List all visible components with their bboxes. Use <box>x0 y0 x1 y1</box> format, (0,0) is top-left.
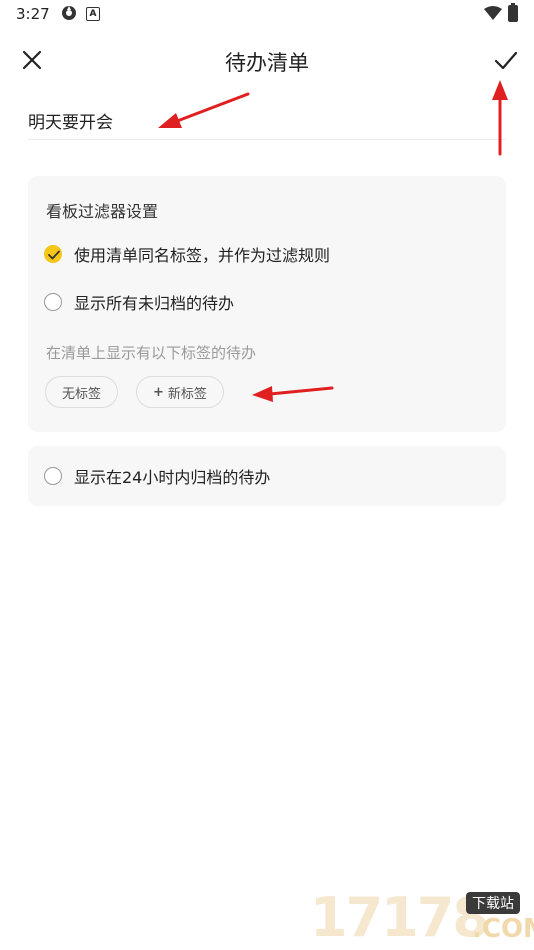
radio-unchecked[interactable] <box>44 467 62 485</box>
annotation-arrow-to-input <box>158 92 250 128</box>
section-title: 看板过滤器设置 <box>46 202 159 221</box>
wifi-icon <box>484 6 502 20</box>
show-all-unarchived-option[interactable]: 显示所有未归档的待办 <box>44 288 234 316</box>
list-name-input[interactable] <box>28 102 506 140</box>
radio-checked[interactable] <box>44 245 62 263</box>
sync-icon <box>62 6 76 20</box>
battery-icon <box>508 3 518 22</box>
app-bar: 待办清单 <box>0 34 534 86</box>
watermark-logo: 17178 下载站 .COM <box>310 886 534 949</box>
radio-unchecked[interactable] <box>44 293 62 311</box>
annotation-arrow-to-confirm <box>492 80 508 156</box>
new-tag-label: 新标签 <box>167 386 207 402</box>
watermark-badge: 下载站 <box>466 892 520 914</box>
plus-icon: + <box>153 384 164 400</box>
option-label: 显示在24小时内归档的待办 <box>74 468 271 487</box>
tag-hint: 在清单上显示有以下标签的待办 <box>46 344 257 362</box>
tag-label: 无标签 <box>62 386 102 402</box>
check-small-icon <box>48 250 60 260</box>
same-name-tag-option[interactable]: 使用清单同名标签，并作为过滤规则 <box>44 240 330 268</box>
annotation-arrow-to-new-tag <box>252 386 334 402</box>
watermark-number: 17178 <box>310 886 490 949</box>
a-notification-icon: A <box>86 7 100 21</box>
page-title: 待办清单 <box>225 51 309 75</box>
confirm-button[interactable] <box>490 44 522 76</box>
new-tag-button[interactable]: + 新标签 <box>136 376 224 408</box>
status-bar: 3:27 A <box>0 0 534 28</box>
watermark-suffix: .COM <box>472 914 534 944</box>
show-archived-24h-option[interactable]: 显示在24小时内归档的待办 <box>44 462 270 490</box>
status-time: 3:27 <box>16 5 50 23</box>
option-label: 使用清单同名标签，并作为过滤规则 <box>74 246 331 265</box>
archive-option-card: 显示在24小时内归档的待办 <box>28 446 506 506</box>
tag-list: 无标签 + 新标签 <box>45 376 224 408</box>
check-icon <box>494 51 518 70</box>
tag-chip-no-tag[interactable]: 无标签 <box>45 376 119 408</box>
option-label: 显示所有未归档的待办 <box>74 294 235 313</box>
